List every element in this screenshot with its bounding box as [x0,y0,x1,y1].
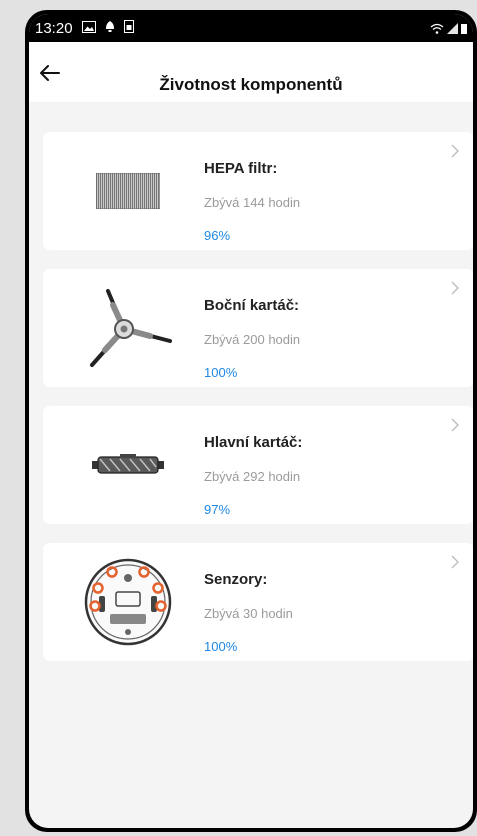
status-time: 13:20 [35,20,73,37]
chevron-right-icon [451,555,459,574]
chevron-right-icon [451,418,459,437]
wifi-icon [430,21,444,38]
component-percent: 100% [204,639,238,654]
chevron-right-icon [451,144,459,163]
sim-icon [124,20,134,37]
page-title: Životnost komponentů [159,75,343,94]
component-name: Senzory: [204,571,268,588]
notification-icon [105,20,115,37]
component-remaining: Zbývá 144 hodin [204,195,301,210]
screen: 13:20 Životnost komponentů HEPA filtr: Z… [29,14,473,828]
component-card-hepa-filter[interactable]: HEPA filtr: Zbývá 144 hodin 96% [43,132,473,250]
signal-icon [447,21,458,38]
component-card-main-brush[interactable]: Hlavní kartáč: Zbývá 292 hodin 97% [43,406,473,524]
app-header: Životnost komponentů [29,42,473,102]
sensors-icon [73,553,183,651]
side-brush-icon [73,279,183,377]
status-bar: 13:20 [29,14,473,42]
component-remaining: Zbývá 30 hodin [204,606,293,621]
component-remaining: Zbývá 292 hodin [204,469,301,484]
hepa-filter-icon [73,142,183,240]
component-name: Hlavní kartáč: [204,434,303,451]
component-percent: 97% [204,502,231,517]
battery-icon [461,21,467,38]
main-brush-icon [73,416,183,514]
component-remaining: Zbývá 200 hodin [204,332,301,347]
component-percent: 100% [204,365,238,380]
image-icon [82,20,96,37]
component-percent: 96% [204,228,231,243]
component-card-sensors[interactable]: Senzory: Zbývá 30 hodin 100% [43,543,473,661]
chevron-right-icon [451,281,459,300]
component-card-side-brush[interactable]: Boční kartáč: Zbývá 200 hodin 100% [43,269,473,387]
phone-frame: 13:20 Životnost komponentů HEPA filtr: Z… [25,10,477,832]
component-name: Boční kartáč: [204,297,300,314]
component-name: HEPA filtr: [204,160,278,177]
